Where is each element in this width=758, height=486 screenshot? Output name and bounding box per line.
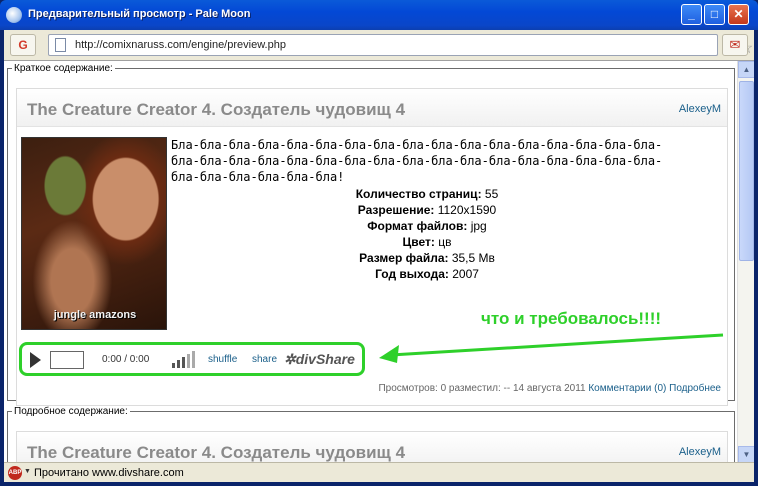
status-bar: ABP ▼ Прочитано www.divshare.com xyxy=(4,462,754,482)
cover-image[interactable]: jungle amazons xyxy=(21,137,167,330)
news-card: The Creature Creator 4. Создатель чудови… xyxy=(16,88,728,406)
full-content-block: Подробное содержание: The Creature Creat… xyxy=(7,406,735,462)
scrollbar-thumb[interactable] xyxy=(739,81,754,261)
meta-views: Просмотров: 0 разместил: -- 14 августа 2… xyxy=(378,383,586,394)
adblock-dropdown-icon[interactable]: ▼ xyxy=(24,468,31,475)
news-header: The Creature Creator 4. Создатель чудови… xyxy=(17,89,727,127)
full-news-author[interactable]: AlexeyM xyxy=(679,446,721,458)
close-button[interactable]: ✕ xyxy=(728,4,749,25)
divshare-player: 0:00 / 0:00 shuffle share ✲divShare xyxy=(19,342,365,376)
full-news-title[interactable]: The Creature Creator 4. Создатель чудови… xyxy=(27,443,405,462)
vertical-scrollbar[interactable]: ▲ ▼ xyxy=(737,61,754,462)
play-icon[interactable] xyxy=(30,352,41,368)
divshare-logo[interactable]: ✲divShare xyxy=(284,351,355,368)
comments-link[interactable]: Комментарии (0) xyxy=(588,383,666,394)
full-news-header: The Creature Creator 4. Создатель чудови… xyxy=(17,432,727,462)
news-title[interactable]: The Creature Creator 4. Создатель чудови… xyxy=(27,100,405,120)
spec-format: Формат файлов: jpg xyxy=(367,219,487,233)
page-icon xyxy=(55,38,66,52)
spec-size: Размер файла: 35,5 Мв xyxy=(359,251,495,265)
seek-bar[interactable] xyxy=(50,351,84,369)
page-content: Краткое содержание: The Creature Creator… xyxy=(4,60,754,462)
navigation-bar: G http://comixnaruss.com/engine/preview.… xyxy=(4,30,754,60)
spec-color: Цвет: цв xyxy=(402,235,452,249)
send-link-icon[interactable]: ✉ xyxy=(722,34,748,56)
spec-pages: Количество страниц: 55 xyxy=(355,187,499,201)
address-url[interactable]: http://comixnaruss.com/engine/preview.ph… xyxy=(75,39,286,51)
news-author[interactable]: AlexeyM xyxy=(679,103,721,115)
volume-icon[interactable] xyxy=(172,350,198,368)
window-title: Предварительный просмотр - Pale Moon xyxy=(28,8,251,20)
adblock-icon[interactable]: ABP xyxy=(8,466,22,480)
scroll-down-icon[interactable]: ▼ xyxy=(738,446,754,462)
news-description: Бла-бла-бла-бла-бла-бла-бла-бла-бла-бла-… xyxy=(171,138,663,184)
player-time: 0:00 / 0:00 xyxy=(102,354,150,365)
pale-moon-icon xyxy=(6,7,22,23)
short-content-legend: Краткое содержание: xyxy=(14,63,113,74)
annotation-arrow-icon xyxy=(379,333,724,363)
full-content-legend: Подробное содержание: xyxy=(14,406,128,417)
window-titlebar: Предварительный просмотр - Pale Moon _ □… xyxy=(0,0,758,30)
cover-caption: jungle amazons xyxy=(53,309,137,321)
minimize-button[interactable]: _ xyxy=(681,4,702,25)
spec-year: Год выхода: 2007 xyxy=(375,267,479,281)
status-text: Прочитано www.divshare.com xyxy=(34,467,184,479)
news-meta: Просмотров: 0 разместил: -- 14 августа 2… xyxy=(378,383,721,394)
specs-list: Количество страниц: 55 Разрешение: 1120x… xyxy=(277,186,577,282)
maximize-button[interactable]: □ xyxy=(704,4,725,25)
scroll-up-icon[interactable]: ▲ xyxy=(738,61,754,78)
full-news-card: The Creature Creator 4. Создатель чудови… xyxy=(16,431,728,462)
spec-resolution: Разрешение: 1120x1590 xyxy=(357,203,497,217)
address-bar[interactable]: http://comixnaruss.com/engine/preview.ph… xyxy=(48,34,753,57)
share-link[interactable]: share xyxy=(252,354,277,365)
shuffle-link[interactable]: shuffle xyxy=(208,354,237,365)
more-link[interactable]: Подробнее xyxy=(669,383,721,394)
google-button[interactable]: G xyxy=(10,34,36,56)
short-content-block: Краткое содержание: The Creature Creator… xyxy=(7,63,735,406)
